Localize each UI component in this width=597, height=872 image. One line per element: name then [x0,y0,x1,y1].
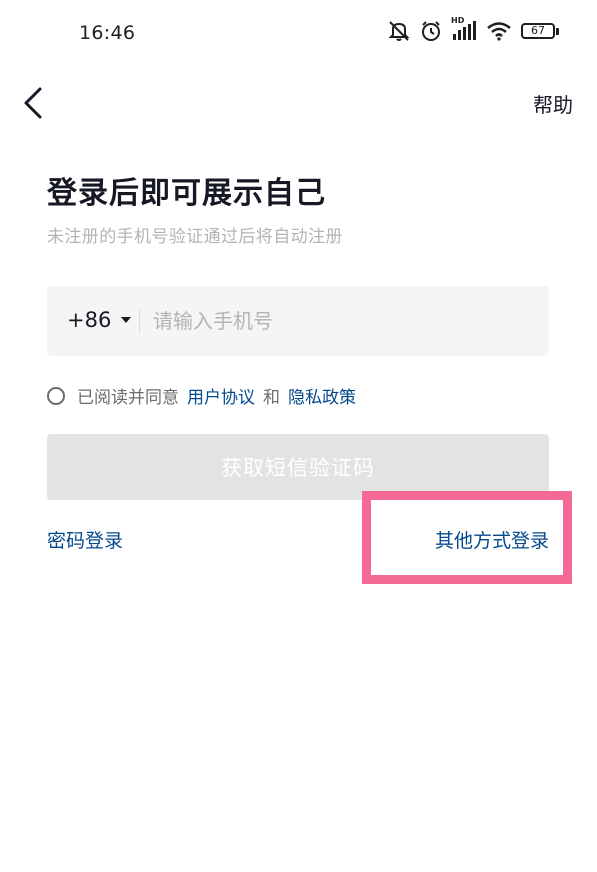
battery-icon: 67 [521,23,559,39]
page-title: 登录后即可展示自己 [47,176,326,211]
alarm-clock-icon [420,20,442,42]
user-agreement-link[interactable]: 用户协议 [187,383,255,408]
wifi-icon [486,21,512,41]
caret-down-icon [121,317,132,323]
chevron-left-icon [24,87,42,119]
status-time: 16:46 [79,22,136,44]
privacy-policy-link[interactable]: 隐私政策 [288,383,356,408]
country-code-selector[interactable]: +86 [67,308,132,332]
network-type-label: HD [451,16,465,25]
agreement-prefix: 已阅读并同意 [77,388,179,408]
status-icons: HD 67 [387,16,559,42]
battery-level: 67 [531,24,545,37]
mute-bell-icon [387,20,411,42]
cellular-signal-icon: HD [451,16,477,42]
status-bar: 16:46 HD 67 [0,0,597,68]
back-button[interactable] [20,86,50,120]
highlight-annotation-box [362,491,572,584]
agreement-conjunction: 和 [263,388,280,408]
page-subtitle: 未注册的手机号验证通过后将自动注册 [47,227,343,247]
field-divider [139,309,140,333]
password-login-link[interactable]: 密码登录 [47,526,123,553]
phone-input[interactable] [153,300,533,342]
help-link[interactable]: 帮助 [533,89,573,118]
phone-field: +86 [47,286,549,356]
agree-radio[interactable] [47,386,65,405]
country-code-label: +86 [67,308,112,332]
agreement-row: 已阅读并同意 用户协议 和 隐私政策 [47,383,356,408]
